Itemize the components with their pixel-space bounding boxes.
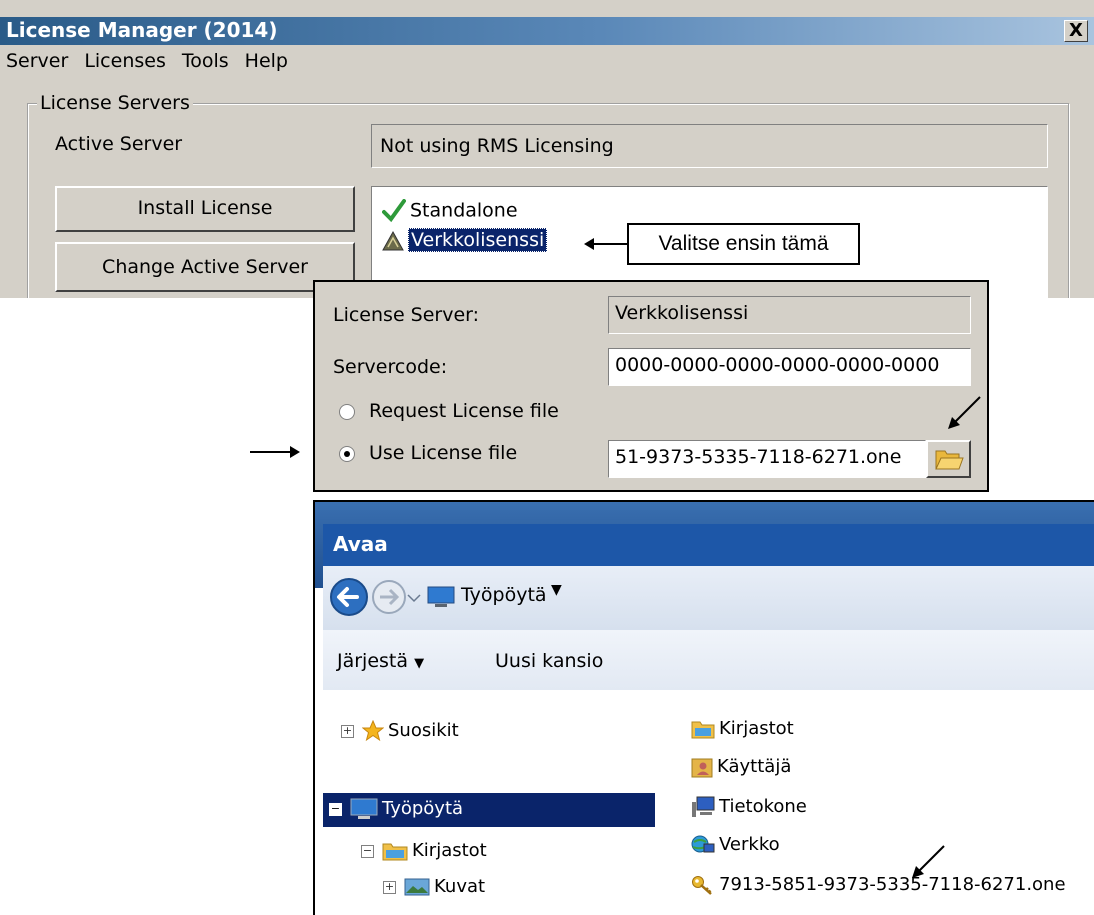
callout-box: Valitse ensin tämä	[627, 223, 860, 265]
user-folder-icon	[691, 758, 713, 778]
forward-arrow-icon[interactable]	[371, 579, 407, 615]
collapse-icon[interactable]: −	[361, 844, 374, 858]
expand-icon[interactable]: +	[341, 724, 354, 738]
file-label: 7913-5851-9373-5335-7118-6271.one	[719, 874, 1066, 895]
network-icon	[691, 835, 715, 853]
nav-item-desktop[interactable]: − Työpöytä	[329, 798, 463, 820]
file-item-network[interactable]: Verkko	[691, 834, 780, 856]
menu-help[interactable]: Help	[245, 50, 288, 72]
list-item-label: Standalone	[410, 199, 518, 222]
install-license-button[interactable]: Install License	[55, 186, 355, 232]
star-icon	[362, 720, 384, 742]
change-active-server-button[interactable]: Change Active Server	[55, 242, 355, 292]
back-arrow-icon[interactable]	[329, 577, 369, 617]
license-manager-window: License Manager (2014) X Server Licenses T…	[0, 0, 1094, 298]
license-server-field: Verkkolisenssi	[608, 296, 971, 334]
navigation-pane: + Suosikit − Työpöytä − Kirjastot + Kuvat	[323, 690, 656, 915]
nav-label: Työpöytä	[382, 798, 464, 819]
license-server-label: License Server:	[333, 304, 480, 326]
pictures-icon	[404, 878, 430, 896]
nav-item-libraries[interactable]: − Kirjastot	[361, 840, 487, 862]
list-item-standalone[interactable]: Standalone	[382, 199, 518, 223]
file-label: Tietokone	[719, 796, 807, 817]
active-server-label: Active Server	[55, 133, 183, 155]
file-item-license-file[interactable]: 7913-5851-9373-5335-7118-6271.one	[691, 874, 1066, 896]
open-file-dialog: Avaa Työpöytä ▼ Järjestä ▼ Uusi kansio +…	[313, 500, 1094, 915]
arrow-left-icon	[584, 238, 628, 250]
arrow-down-left-icon	[912, 845, 945, 878]
active-server-field: Not using RMS Licensing	[371, 124, 1048, 168]
menu-licenses[interactable]: Licenses	[84, 50, 166, 72]
computer-icon	[692, 796, 715, 817]
dialog-title: Avaa	[333, 532, 388, 556]
nav-item-pictures[interactable]: + Kuvat	[383, 876, 485, 897]
menu-bar: Server Licenses Tools Help	[0, 50, 298, 80]
license-file-input[interactable]: 51-9373-5335-7118-6271.one	[608, 440, 926, 478]
use-license-label: Use License file	[369, 442, 518, 464]
key-icon	[692, 876, 712, 895]
list-item-verkkolisenssi[interactable]: Verkkolisenssi	[382, 228, 548, 252]
arrow-right-icon	[250, 446, 300, 458]
dialog-toolbar: Järjestä ▼ Uusi kansio	[323, 630, 1094, 691]
use-license-radio[interactable]	[339, 446, 355, 462]
collapse-icon[interactable]: −	[329, 802, 342, 816]
nav-item-favorites[interactable]: + Suosikit	[341, 720, 459, 742]
organize-button[interactable]: Järjestä ▼	[337, 650, 424, 672]
file-item-computer[interactable]: Tietokone	[691, 796, 807, 818]
checkmark-icon	[382, 199, 406, 223]
desktop-icon	[350, 798, 378, 819]
nav-label: Kuvat	[434, 876, 486, 897]
chevron-down-icon[interactable]	[407, 593, 421, 603]
group-label: License Servers	[37, 92, 193, 114]
nav-label: Kirjastot	[412, 840, 487, 861]
organize-label: Järjestä	[337, 650, 409, 672]
file-label: Käyttäjä	[717, 756, 792, 777]
file-item-user[interactable]: Käyttäjä	[691, 756, 791, 778]
servercode-label: Servercode:	[333, 356, 448, 378]
menu-server[interactable]: Server	[6, 50, 68, 72]
libraries-folder-icon	[382, 843, 408, 861]
location-label[interactable]: Työpöytä	[461, 584, 547, 606]
desktop-icon	[427, 586, 455, 607]
selected-item-label: Verkkolisenssi	[408, 228, 548, 252]
open-folder-icon	[935, 450, 964, 470]
window-title: License Manager (2014)	[6, 18, 278, 42]
request-license-label: Request License file	[369, 400, 559, 422]
network-warning-icon	[382, 230, 404, 250]
dialog-title-bar: Avaa	[323, 524, 1094, 566]
title-bar: License Manager (2014) X	[0, 17, 1094, 45]
file-list: Kirjastot Käyttäjä Tietokone Verkko 7913…	[655, 690, 1094, 915]
browse-button[interactable]	[926, 440, 971, 478]
servercode-input[interactable]: 0000-0000-0000-0000-0000-0000	[608, 348, 971, 386]
request-license-radio[interactable]	[339, 404, 355, 420]
address-bar: Työpöytä ▼	[323, 566, 1094, 630]
menu-tools[interactable]: Tools	[182, 50, 229, 72]
location-dropdown-icon[interactable]: ▼	[551, 582, 562, 598]
expand-icon[interactable]: +	[383, 880, 396, 894]
chevron-down-icon: ▼	[414, 656, 425, 671]
libraries-folder-icon	[691, 721, 715, 739]
file-item-libraries[interactable]: Kirjastot	[691, 718, 794, 740]
arrow-down-left-icon	[948, 396, 981, 429]
file-label: Kirjastot	[719, 718, 794, 739]
license-server-panel: License Server: Verkkolisenssi Servercod…	[313, 280, 989, 492]
new-folder-button[interactable]: Uusi kansio	[495, 650, 603, 672]
file-label: Verkko	[719, 834, 780, 855]
close-button[interactable]: X	[1064, 20, 1088, 42]
nav-label: Suosikit	[388, 720, 459, 741]
